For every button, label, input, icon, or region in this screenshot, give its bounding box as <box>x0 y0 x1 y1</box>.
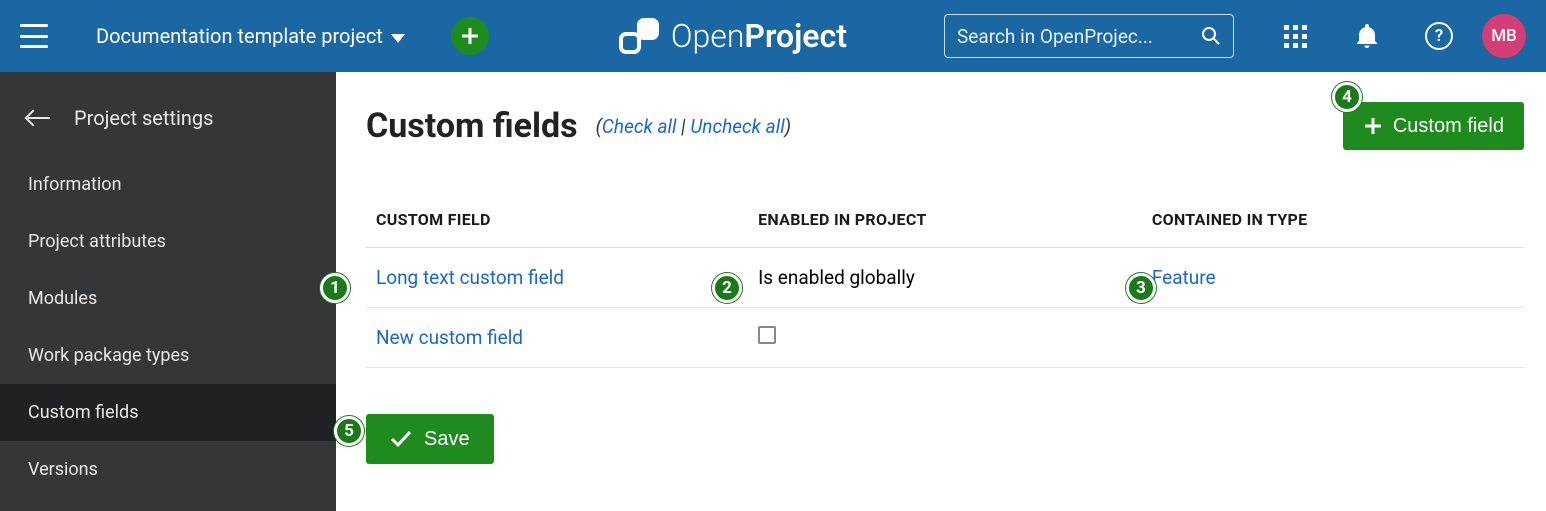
back-arrow-icon <box>28 117 50 119</box>
annotation-badge: 1 <box>320 273 350 303</box>
search-input[interactable]: Search in OpenProjec... <box>944 14 1234 58</box>
sidebar: Project settings Information Project att… <box>0 72 336 511</box>
app-logo: OpenProject <box>617 16 847 56</box>
sidebar-item-custom-fields[interactable]: Custom fields <box>0 384 336 441</box>
apps-icon[interactable] <box>1280 21 1310 51</box>
annotation-badge: 3 <box>1126 273 1156 303</box>
col-custom-field: CUSTOM FIELD <box>366 210 748 248</box>
body: Project settings Information Project att… <box>0 72 1546 511</box>
enabled-cell: Is enabled globally <box>748 248 1142 308</box>
top-bar: Documentation template project OpenProje… <box>0 0 1546 72</box>
check-all-group: (Check all | Uncheck all) <box>596 115 791 138</box>
avatar[interactable]: MB <box>1482 14 1526 58</box>
page-title: Custom fields <box>366 106 578 146</box>
project-selector[interactable]: Documentation template project <box>96 24 405 48</box>
sidebar-back[interactable]: Project settings <box>0 90 336 156</box>
annotation-badge: 5 <box>334 416 364 446</box>
check-all-link[interactable]: Check all <box>602 115 677 138</box>
plus-icon <box>1363 116 1383 136</box>
custom-fields-table: CUSTOM FIELD ENABLED IN PROJECT CONTAINE… <box>366 210 1524 368</box>
col-enabled: ENABLED IN PROJECT <box>748 210 1142 248</box>
logo-icon <box>617 16 661 56</box>
add-custom-field-button[interactable]: Custom field <box>1343 102 1524 150</box>
project-name: Documentation template project <box>96 24 383 48</box>
type-link[interactable]: Feature <box>1152 266 1216 289</box>
enabled-cell <box>748 308 1142 368</box>
plus-icon <box>460 26 480 46</box>
help-icon[interactable]: ? <box>1424 21 1454 51</box>
type-cell <box>1142 308 1524 368</box>
sidebar-item-work-package-types[interactable]: Work package types <box>0 327 336 384</box>
enable-checkbox[interactable] <box>758 326 776 344</box>
custom-field-link[interactable]: New custom field <box>376 326 523 349</box>
sidebar-title: Project settings <box>74 106 213 130</box>
check-icon <box>390 430 412 448</box>
annotation-badge: 4 <box>1332 82 1362 112</box>
col-type: CONTAINED IN TYPE <box>1142 210 1524 248</box>
save-button[interactable]: Save <box>366 414 494 464</box>
sidebar-item-information[interactable]: Information <box>0 156 336 213</box>
annotation-badge: 2 <box>712 273 742 303</box>
notifications-icon[interactable] <box>1352 21 1382 51</box>
chevron-down-icon <box>391 34 405 43</box>
main-content: Custom fields (Check all | Uncheck all) … <box>336 72 1546 511</box>
quick-add-button[interactable] <box>451 17 489 55</box>
custom-field-link[interactable]: Long text custom field <box>376 266 564 289</box>
table-row: Long text custom field Is enabled global… <box>366 248 1524 308</box>
sidebar-item-modules[interactable]: Modules <box>0 270 336 327</box>
menu-icon[interactable] <box>20 24 48 48</box>
search-placeholder: Search in OpenProjec... <box>957 25 1201 48</box>
table-row: New custom field <box>366 308 1524 368</box>
search-icon <box>1201 26 1221 46</box>
sidebar-item-versions[interactable]: Versions <box>0 441 336 498</box>
uncheck-all-link[interactable]: Uncheck all <box>690 115 784 138</box>
sidebar-item-project-attributes[interactable]: Project attributes <box>0 213 336 270</box>
